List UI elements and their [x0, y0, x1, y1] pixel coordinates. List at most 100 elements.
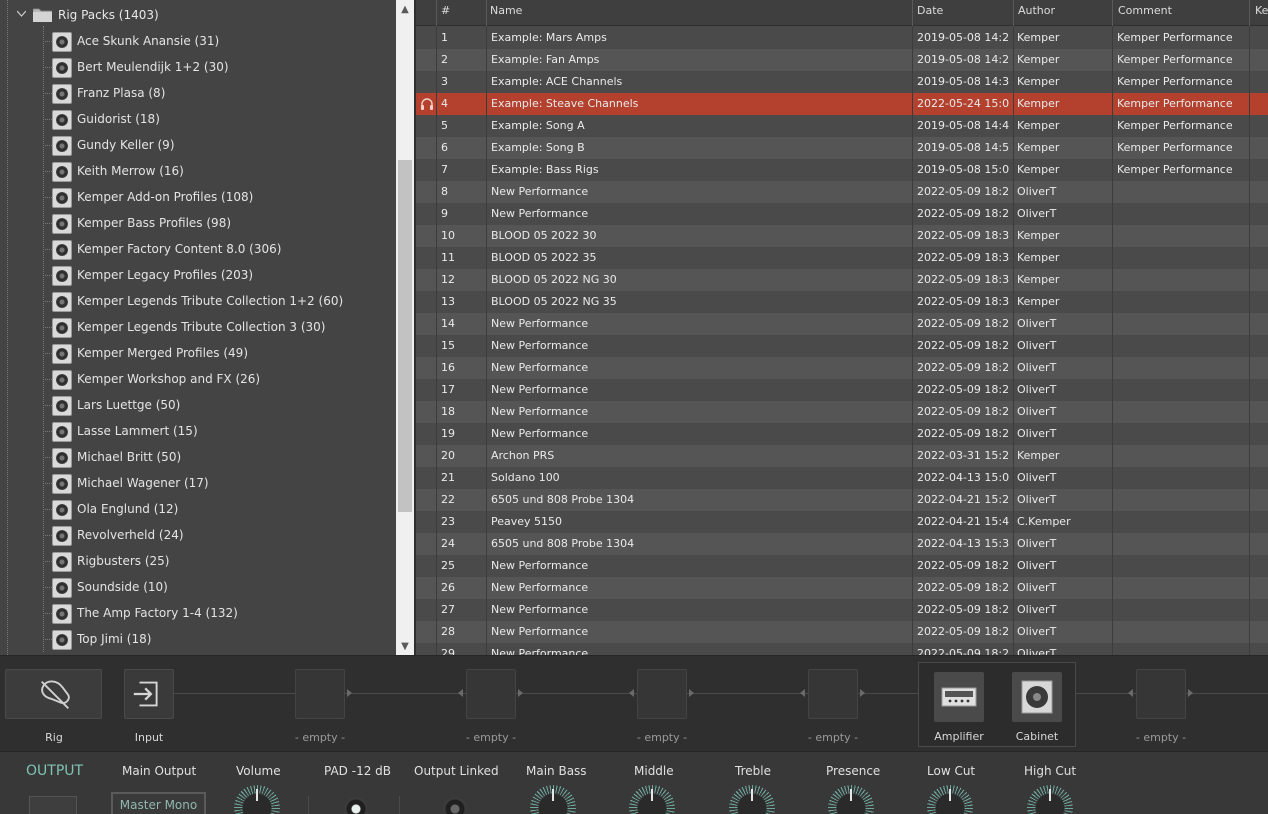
- table-row[interactable]: 3 Example: ACE Channels 2019-05-08 14:3...…: [416, 71, 1268, 93]
- table-row[interactable]: 21 Soldano 100 2022-04-13 15:0... OliverT: [416, 467, 1268, 489]
- table-row[interactable]: 27 New Performance 2022-05-09 18:2... Olive…: [416, 599, 1268, 621]
- col-separator[interactable]: [912, 0, 913, 26]
- table-row[interactable]: 5 Example: Song A 2019-05-08 14:4... Kemper…: [416, 115, 1268, 137]
- chain-arrow-icon: [629, 689, 634, 697]
- tree-item[interactable]: Kemper Workshop and FX (26): [0, 367, 396, 393]
- tree-item[interactable]: Top Jimi (18): [0, 627, 396, 653]
- table-row[interactable]: 16 New Performance 2022-05-09 18:2... Olive…: [416, 357, 1268, 379]
- tree-scrollbar[interactable]: ▲ ▼: [396, 0, 414, 655]
- tree-item[interactable]: Revolverheld (24): [0, 523, 396, 549]
- table-row[interactable]: 11 BLOOD 05 2022 35 2022-05-09 18:3... Kemp…: [416, 247, 1268, 269]
- tree-item[interactable]: Michael Wagener (17): [0, 471, 396, 497]
- volume-knob[interactable]: [234, 785, 280, 814]
- chevron-down-icon[interactable]: [17, 9, 26, 18]
- col-separator[interactable]: [486, 0, 487, 26]
- table-row[interactable]: 18 New Performance 2022-05-09 18:2... Olive…: [416, 401, 1268, 423]
- cell-name: New Performance: [491, 647, 589, 655]
- col-header-author[interactable]: Author: [1018, 0, 1113, 26]
- tree-item-label: Kemper Legacy Profiles (203): [77, 268, 254, 282]
- tree-item[interactable]: Kemper Legends Tribute Collection 3 (30): [0, 315, 396, 341]
- tree-item[interactable]: Kemper Add-on Profiles (108): [0, 185, 396, 211]
- table-row[interactable]: 9 New Performance 2022-05-09 18:2... Oliver…: [416, 203, 1268, 225]
- table-row[interactable]: 6 Example: Song B 2019-05-08 14:5... Kemper…: [416, 137, 1268, 159]
- empty-slot-3[interactable]: [637, 669, 687, 719]
- tree-item[interactable]: Franz Plasa (8): [0, 81, 396, 107]
- table-row[interactable]: 28 New Performance 2022-05-09 18:2... Olive…: [416, 621, 1268, 643]
- table-row[interactable]: 26 New Performance 2022-05-09 18:2... Olive…: [416, 577, 1268, 599]
- table-row[interactable]: 1 Example: Mars Amps 2019-05-08 14:2... Kem…: [416, 27, 1268, 49]
- high-cut-knob[interactable]: [1027, 785, 1073, 814]
- tree-item[interactable]: Ola Englund (12): [0, 497, 396, 523]
- tree-item[interactable]: The Amp Factory 1-4 (132): [0, 601, 396, 627]
- tree-item[interactable]: Kemper Legacy Profiles (203): [0, 263, 396, 289]
- output-linked-toggle[interactable]: [443, 797, 467, 814]
- rig-slot[interactable]: [5, 669, 102, 719]
- tree-item[interactable]: Kemper Merged Profiles (49): [0, 341, 396, 367]
- tree-item[interactable]: Keith Merrow (16): [0, 159, 396, 185]
- presence-knob[interactable]: [828, 785, 874, 814]
- tree-item[interactable]: Soundside (10): [0, 575, 396, 601]
- cell-name: BLOOD 05 2022 NG 30: [491, 273, 617, 286]
- table-row[interactable]: 29 New Performance 2022-05-09 18:2... Olive…: [416, 643, 1268, 655]
- tree-root-rig-packs[interactable]: Rig Packs (1403): [0, 4, 396, 26]
- tree-item[interactable]: Kemper Factory Content 8.0 (306): [0, 237, 396, 263]
- tree-item[interactable]: Michael Britt (50): [0, 445, 396, 471]
- table-row[interactable]: 15 New Performance 2022-05-09 18:2... Olive…: [416, 335, 1268, 357]
- cell-date: 2022-05-09 18:2...: [917, 383, 1010, 396]
- scroll-up-arrow-icon[interactable]: ▲: [396, 0, 414, 18]
- col-separator[interactable]: [1013, 0, 1014, 26]
- empty-slot-label: - empty -: [1135, 731, 1187, 744]
- tree-item[interactable]: Ace Skunk Anansie (31): [0, 29, 396, 55]
- cell-comment: [1117, 291, 1247, 313]
- table-row[interactable]: 10 BLOOD 05 2022 30 2022-05-09 18:3... Kemp…: [416, 225, 1268, 247]
- table-row[interactable]: 17 New Performance 2022-05-09 18:2... Olive…: [416, 379, 1268, 401]
- output-icon[interactable]: [29, 796, 77, 814]
- tree-item[interactable]: Kemper Bass Profiles (98): [0, 211, 396, 237]
- tree-item[interactable]: Kemper Legends Tribute Collection 1+2 (6…: [0, 289, 396, 315]
- col-header-date[interactable]: Date: [917, 0, 1012, 26]
- table-row[interactable]: 8 New Performance 2022-05-09 18:2... Oliver…: [416, 181, 1268, 203]
- master-mono-button[interactable]: Master Mono: [111, 792, 206, 814]
- tree-item[interactable]: Gundy Keller (9): [0, 133, 396, 159]
- table-row[interactable]: 19 New Performance 2022-05-09 18:2... Olive…: [416, 423, 1268, 445]
- col-header-number[interactable]: #: [441, 0, 481, 26]
- table-row[interactable]: 20 Archon PRS 2022-03-31 15:2... Kemper: [416, 445, 1268, 467]
- empty-slot-1[interactable]: [295, 669, 345, 719]
- col-header-key[interactable]: Key: [1255, 0, 1268, 26]
- table-row[interactable]: 24 6505 und 808 Probe 1304 2022-04-13 15:3…: [416, 533, 1268, 555]
- empty-slot-4[interactable]: [808, 669, 858, 719]
- cabinet-slot[interactable]: [1012, 672, 1062, 722]
- empty-slot-2[interactable]: [466, 669, 516, 719]
- tree-item[interactable]: Bert Meulendijk 1+2 (30): [0, 55, 396, 81]
- table-row[interactable]: 22 6505 und 808 Probe 1304 2022-04-21 15:2…: [416, 489, 1268, 511]
- tree-item[interactable]: Lars Luettge (50): [0, 393, 396, 419]
- table-row-selected[interactable]: 4 Example: Steave Channels 2022-05-24 15:0…: [416, 93, 1268, 115]
- table-row[interactable]: 2 Example: Fan Amps 2019-05-08 14:2... Kemp…: [416, 49, 1268, 71]
- col-header-name[interactable]: Name: [490, 0, 910, 26]
- table-row[interactable]: 12 BLOOD 05 2022 NG 30 2022-05-09 18:3... K…: [416, 269, 1268, 291]
- table-row[interactable]: 13 BLOOD 05 2022 NG 35 2022-05-09 18:3... K…: [416, 291, 1268, 313]
- tree-item-label: Guidorist (18): [77, 112, 160, 126]
- input-slot[interactable]: [124, 669, 174, 719]
- table-row[interactable]: 25 New Performance 2022-05-09 18:2... Olive…: [416, 555, 1268, 577]
- treble-knob[interactable]: [729, 785, 775, 814]
- col-separator[interactable]: [1249, 0, 1250, 26]
- middle-knob[interactable]: [629, 785, 675, 814]
- tree-item[interactable]: Rigbusters (25): [0, 549, 396, 575]
- col-header-comment[interactable]: Comment: [1118, 0, 1248, 26]
- low-cut-knob[interactable]: [927, 785, 973, 814]
- table-row[interactable]: 7 Example: Bass Rigs 2019-05-08 15:0... Kem…: [416, 159, 1268, 181]
- tree-item[interactable]: Guidorist (18): [0, 107, 396, 133]
- amplifier-slot[interactable]: [934, 672, 984, 722]
- tree-scroll-thumb[interactable]: [398, 160, 412, 512]
- empty-slot-5[interactable]: [1136, 669, 1186, 719]
- table-row[interactable]: 14 New Performance 2022-05-09 18:2... Olive…: [416, 313, 1268, 335]
- scroll-down-arrow-icon[interactable]: ▼: [396, 637, 414, 655]
- pad-toggle[interactable]: [344, 797, 368, 814]
- main-bass-knob[interactable]: [530, 785, 576, 814]
- table-row[interactable]: 23 Peavey 5150 2022-04-21 15:4... C.Kemper: [416, 511, 1268, 533]
- tree-item[interactable]: Lasse Lammert (15): [0, 419, 396, 445]
- col-separator[interactable]: [436, 0, 437, 26]
- col-separator[interactable]: [1112, 0, 1113, 26]
- tree-item-label: Top Jimi (18): [77, 632, 152, 646]
